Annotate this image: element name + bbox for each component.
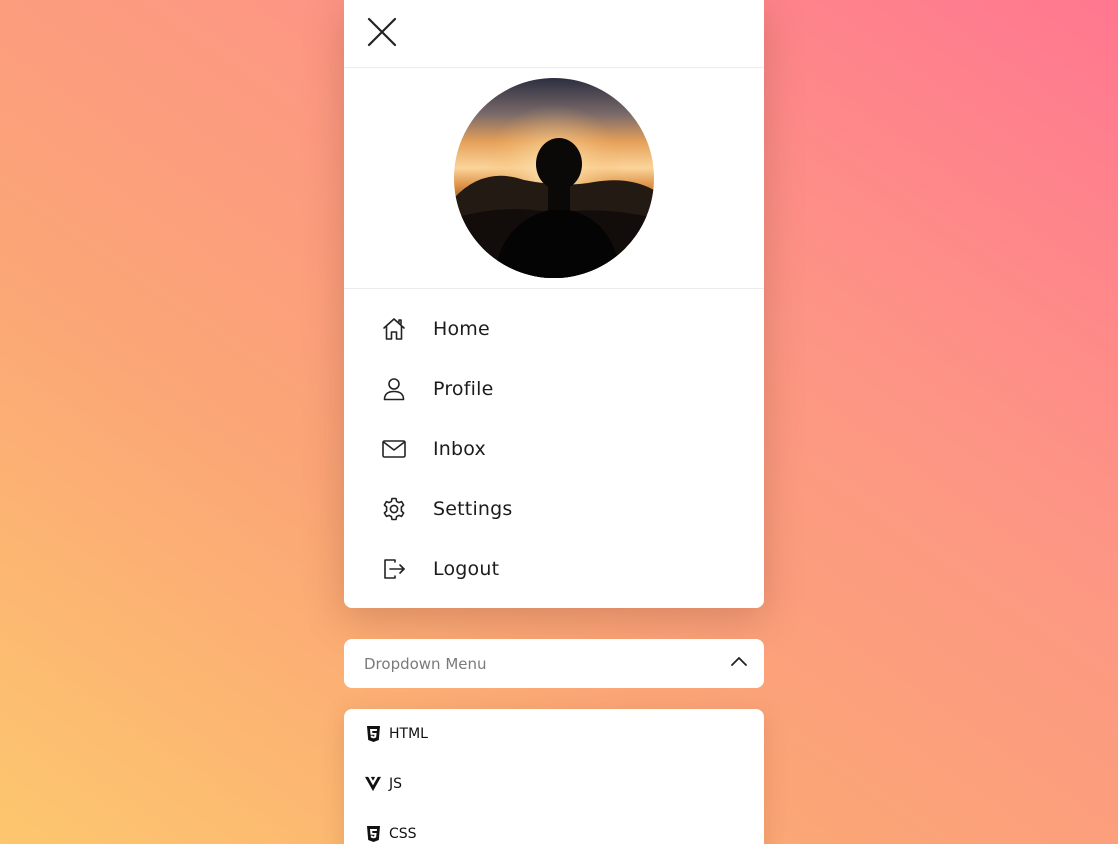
side-menu-panel: Home Profile Inbox Settings Logout	[344, 0, 764, 608]
menu-item-logout[interactable]: Logout	[344, 539, 764, 599]
avatar-section	[344, 68, 764, 289]
dropdown-list: HTML JS CSS	[344, 709, 764, 844]
dropdown-item-label: CSS	[389, 826, 417, 842]
dropdown-item-label: HTML	[389, 726, 428, 742]
menu-item-label: Profile	[433, 378, 494, 400]
menu-item-profile[interactable]: Profile	[344, 359, 764, 419]
panel-header	[344, 0, 764, 68]
menu-item-settings[interactable]: Settings	[344, 479, 764, 539]
chevron-up-icon	[730, 653, 748, 675]
nav-menu: Home Profile Inbox Settings Logout	[344, 289, 764, 599]
close-icon	[367, 17, 397, 47]
vue-icon	[365, 776, 381, 792]
dropdown-item-js[interactable]: JS	[344, 759, 764, 809]
dropdown-item-label: JS	[389, 776, 403, 792]
logout-icon	[381, 556, 407, 582]
menu-item-label: Logout	[433, 558, 500, 580]
dropdown-item-html[interactable]: HTML	[344, 709, 764, 759]
css3-icon	[365, 826, 381, 842]
mail-icon	[381, 436, 407, 462]
menu-item-inbox[interactable]: Inbox	[344, 419, 764, 479]
html5-icon	[365, 726, 381, 742]
user-icon	[381, 376, 407, 402]
dropdown-item-css[interactable]: CSS	[344, 809, 764, 844]
menu-item-label: Inbox	[433, 438, 486, 460]
gear-icon	[381, 496, 407, 522]
dropdown-label: Dropdown Menu	[364, 654, 487, 673]
home-icon	[381, 316, 407, 342]
dropdown-toggle[interactable]: Dropdown Menu	[344, 639, 764, 688]
menu-item-label: Settings	[433, 498, 513, 520]
avatar[interactable]	[454, 78, 654, 278]
menu-item-home[interactable]: Home	[344, 299, 764, 359]
close-button[interactable]	[366, 16, 398, 48]
menu-item-label: Home	[433, 318, 490, 340]
